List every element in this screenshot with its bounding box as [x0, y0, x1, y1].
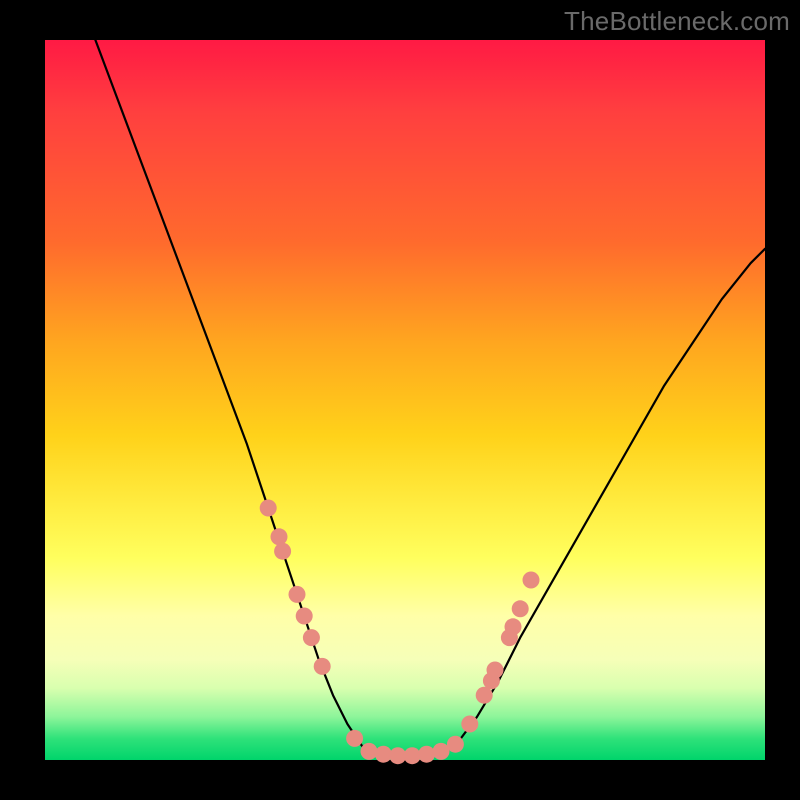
data-dot	[433, 743, 450, 760]
data-dot	[523, 572, 540, 589]
data-dot	[274, 543, 291, 560]
data-dot	[260, 500, 277, 517]
curve-group	[95, 40, 765, 758]
data-dot	[487, 662, 504, 679]
bottleneck-curve	[95, 40, 765, 758]
data-dot	[346, 730, 363, 747]
data-dot	[296, 608, 313, 625]
dots-group	[260, 500, 540, 765]
data-dot	[505, 618, 522, 635]
data-dot	[303, 629, 320, 646]
data-dot	[404, 747, 421, 764]
data-dot	[512, 600, 529, 617]
data-dot	[375, 746, 392, 763]
data-dot	[461, 716, 478, 733]
data-dot	[289, 586, 306, 603]
data-dot	[476, 687, 493, 704]
data-dot	[447, 736, 464, 753]
chart-frame: TheBottleneck.com	[0, 0, 800, 800]
data-dot	[314, 658, 331, 675]
chart-svg	[45, 40, 765, 760]
watermark-text: TheBottleneck.com	[564, 6, 790, 37]
data-dot	[418, 746, 435, 763]
data-dot	[271, 528, 288, 545]
data-dot	[361, 743, 378, 760]
